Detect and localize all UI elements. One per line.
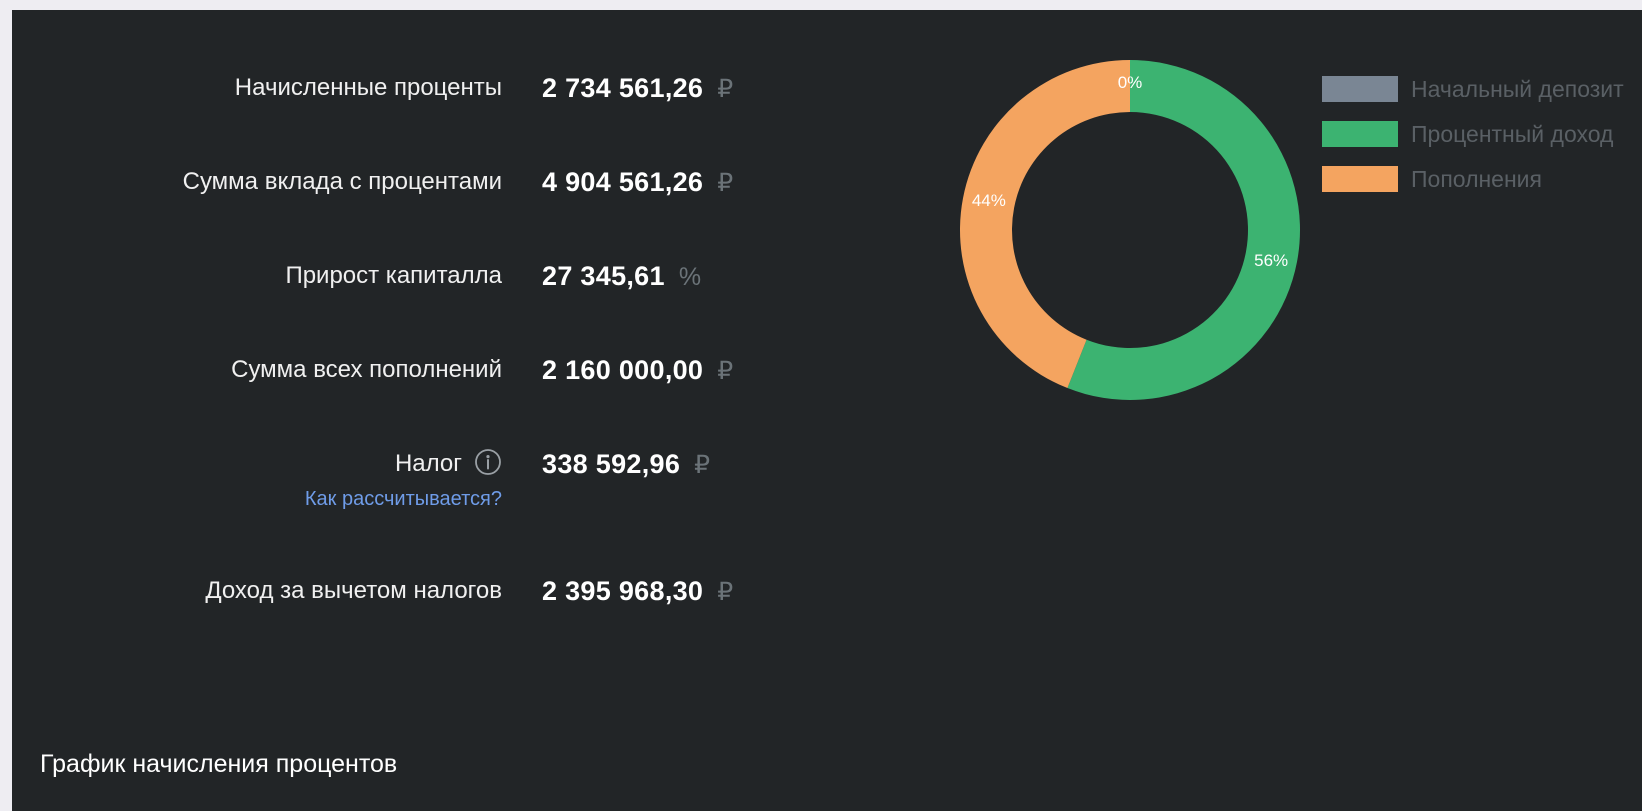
capital-growth-value: 27 345,61% bbox=[542, 256, 701, 297]
ruble-sign: ₽ bbox=[717, 578, 734, 606]
total-with-interest-amount: 4 904 561,26 bbox=[542, 167, 704, 197]
net-income-value: 2 395 968,30 ₽ bbox=[542, 571, 733, 612]
legend-swatch-interest-income bbox=[1322, 121, 1398, 147]
chart-legend: Начальный депозит Процентный доход Попол… bbox=[1322, 72, 1624, 207]
ruble-sign: ₽ bbox=[717, 169, 734, 197]
label-deposits: 44% bbox=[972, 191, 1006, 210]
tax-label-wrap: Налог bbox=[395, 444, 502, 484]
result-row-total-deposits: Сумма всех пополнений 2 160 000,00 ₽ bbox=[12, 350, 792, 390]
result-row-capital-growth: Прирост капиталла 27 345,61% bbox=[12, 256, 792, 296]
legend-swatch-deposits bbox=[1322, 166, 1398, 192]
legend-item-interest-income[interactable]: Процентный доход bbox=[1322, 117, 1624, 151]
results-panel: Начисленные проценты 2 734 561,26 ₽ Сумма… bbox=[12, 10, 1642, 811]
capital-growth-amount: 27 345,61 bbox=[542, 261, 665, 291]
donut-chart: 0% 56% 44% bbox=[959, 60, 1300, 400]
result-row-net-income: Доход за вычетом налогов 2 395 968,30 ₽ bbox=[12, 571, 792, 611]
total-with-interest-value: 4 904 561,26 ₽ bbox=[542, 162, 733, 203]
total-with-interest-label: Сумма вклада с процентами bbox=[182, 168, 502, 195]
legend-label-initial-deposit: Начальный депозит bbox=[1411, 75, 1624, 102]
info-icon[interactable] bbox=[474, 448, 502, 476]
tax-value: 338 592,96 ₽ bbox=[542, 444, 710, 485]
tax-label: Налог bbox=[394, 450, 462, 477]
slice-deposits[interactable] bbox=[959, 60, 1130, 389]
capital-growth-label: Прирост капиталла bbox=[285, 262, 502, 289]
percent-sign: % bbox=[678, 263, 702, 291]
ruble-sign: ₽ bbox=[694, 451, 711, 479]
accrued-interest-label: Начисленные проценты bbox=[234, 74, 502, 101]
legend-item-deposits[interactable]: Пополнения bbox=[1322, 162, 1624, 196]
label-interest-income: 56% bbox=[1254, 251, 1288, 270]
legend-item-initial-deposit[interactable]: Начальный депозит bbox=[1322, 72, 1624, 106]
label-initial-deposit: 0% bbox=[1118, 73, 1143, 92]
ruble-sign: ₽ bbox=[717, 75, 734, 103]
result-row-tax: Налог Как рассчитывается? 338 592,96 ₽ bbox=[12, 444, 792, 524]
net-income-amount: 2 395 968,30 bbox=[542, 576, 704, 606]
total-deposits-amount: 2 160 000,00 bbox=[542, 355, 704, 385]
legend-label-interest-income: Процентный доход bbox=[1411, 120, 1614, 147]
donut-chart-svg: 0% 56% 44% bbox=[959, 60, 1300, 400]
total-deposits-label: Сумма всех пополнений bbox=[231, 356, 502, 383]
tax-amount: 338 592,96 bbox=[542, 449, 681, 479]
ruble-sign: ₽ bbox=[717, 357, 734, 385]
net-income-label: Доход за вычетом налогов bbox=[205, 577, 502, 604]
accrued-interest-value: 2 734 561,26 ₽ bbox=[542, 68, 733, 109]
legend-swatch-initial-deposit bbox=[1322, 76, 1398, 102]
result-row-accrued-interest: Начисленные проценты 2 734 561,26 ₽ bbox=[12, 68, 792, 108]
result-row-total-with-interest: Сумма вклада с процентами 4 904 561,26 ₽ bbox=[12, 162, 792, 202]
interest-schedule-title: График начисления процентов bbox=[40, 750, 398, 778]
how-calculated-link[interactable]: Как рассчитывается? bbox=[305, 488, 502, 511]
total-deposits-value: 2 160 000,00 ₽ bbox=[542, 350, 733, 391]
accrued-interest-amount: 2 734 561,26 bbox=[542, 73, 704, 103]
legend-label-deposits: Пополнения bbox=[1411, 165, 1542, 192]
